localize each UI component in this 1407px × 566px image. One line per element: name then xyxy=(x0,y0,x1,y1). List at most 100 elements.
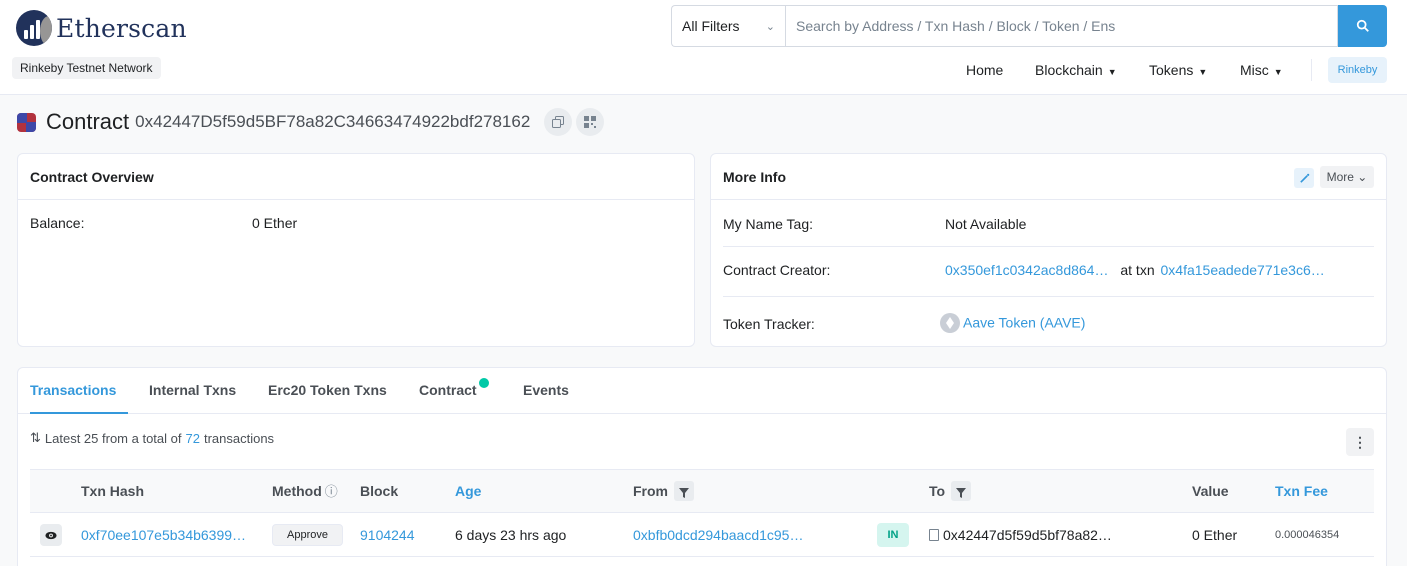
col-to-label: To xyxy=(929,483,946,499)
chevron-down-icon: ⌄ xyxy=(765,20,775,33)
search-input[interactable]: Search by Address / Txn Hash / Block / T… xyxy=(785,5,1338,47)
nav-misc[interactable]: Misc ▼ xyxy=(1240,56,1283,84)
from-address-link[interactable]: 0xbfb0dcd294baacd1c95… xyxy=(633,513,803,557)
col-value: Value xyxy=(1192,483,1229,499)
txn-value: 0 Ether xyxy=(1192,527,1238,543)
from-filter-button[interactable] xyxy=(674,481,694,502)
total-txn-count[interactable]: 72 xyxy=(185,431,199,446)
col-txn-hash: Txn Hash xyxy=(81,483,145,499)
col-method: Method ⓘ xyxy=(272,470,338,514)
col-from-label: From xyxy=(633,483,668,499)
name-tag-label: My Name Tag: xyxy=(723,216,813,232)
txn-fee: 0.000046354 xyxy=(1275,529,1340,541)
txn-summary: ⇅ Latest 25 from a total of 72 transacti… xyxy=(30,430,274,446)
tab-internal-txns[interactable]: Internal Txns xyxy=(149,368,236,414)
chevron-down-icon: ▼ xyxy=(1273,67,1283,77)
token-tracker-link[interactable]: Aave Token (AAVE) xyxy=(963,315,1085,331)
table-row: 0xf70ee107e5b34b6399… Approve 9104244 6 … xyxy=(30,513,1374,557)
to-address-text: 0x42447d5f59d5bf78a82… xyxy=(943,527,1112,543)
filter-icon xyxy=(956,487,967,498)
more-dropdown-button[interactable]: More ⌄ xyxy=(1320,166,1374,188)
txn-age: 6 days 23 hrs ago xyxy=(455,527,567,543)
eye-icon xyxy=(45,531,57,539)
contract-creator-label: Contract Creator: xyxy=(723,262,831,278)
etherscan-logo-icon xyxy=(16,10,52,46)
col-to: To xyxy=(929,470,972,514)
contract-overview-card: Contract Overview Balance: 0 Ether xyxy=(17,153,695,347)
nav-blockchain-label: Blockchain xyxy=(1035,62,1103,78)
verified-check-icon xyxy=(478,378,489,388)
filter-icon xyxy=(679,487,689,498)
more-info-header: More Info More ⌄ xyxy=(711,154,1386,200)
search-bar: All Filters ⌄ Search by Address / Txn Ha… xyxy=(671,5,1387,47)
tab-contract-label: Contract xyxy=(419,382,477,398)
options-menu-button[interactable]: ⋮ xyxy=(1346,428,1374,456)
col-from: From xyxy=(633,470,694,514)
contract-overview-header: Contract Overview xyxy=(18,154,694,200)
page-title: Contract xyxy=(46,109,130,134)
at-txn-text: at txn xyxy=(1120,262,1155,278)
chevron-down-icon: ▼ xyxy=(1107,67,1117,77)
creator-txn-link[interactable]: 0x4fa15eadede771e3c6… xyxy=(1161,262,1325,278)
chevron-down-icon: ▼ xyxy=(1198,67,1208,77)
search-icon xyxy=(1356,19,1369,32)
tab-bar: Transactions Internal Txns Erc20 Token T… xyxy=(18,368,1386,414)
summary-suffix: transactions xyxy=(203,430,275,446)
col-age[interactable]: Age xyxy=(455,470,481,514)
contract-doc-icon xyxy=(929,529,939,542)
kebab-icon: ⋮ xyxy=(1353,433,1367,450)
nav-misc-label: Misc xyxy=(1240,62,1269,78)
more-label: More xyxy=(1326,170,1354,184)
edit-tag-button[interactable] xyxy=(1294,168,1314,188)
token-tracker-value: Aave Token (AAVE) xyxy=(940,313,1085,334)
row-divider xyxy=(723,296,1374,297)
nav-home[interactable]: Home xyxy=(966,56,1003,84)
table-header: Txn Hash Method ⓘ Block Age From To Value… xyxy=(30,469,1374,513)
nav-tokens[interactable]: Tokens ▼ xyxy=(1149,56,1207,84)
method-badge: Approve xyxy=(272,524,343,546)
balance-value: 0 Ether xyxy=(252,215,298,231)
logo-text: Etherscan xyxy=(56,13,187,43)
nav-tokens-label: Tokens xyxy=(1149,62,1194,78)
tab-transactions[interactable]: Transactions xyxy=(30,368,129,414)
search-button[interactable] xyxy=(1338,5,1387,47)
txn-hash-link[interactable]: 0xf70ee107e5b34b6399… xyxy=(81,513,246,557)
block-link[interactable]: 9104244 xyxy=(360,513,415,557)
info-icon[interactable]: ⓘ xyxy=(325,484,338,499)
to-address: 0x42447d5f59d5bf78a82… xyxy=(929,513,1112,557)
more-info-card: More Info More ⌄ My Name Tag: Not Availa… xyxy=(710,153,1387,347)
edit-icon xyxy=(1299,173,1309,183)
tab-contract[interactable]: Contract xyxy=(419,368,489,414)
direction-badge: IN xyxy=(877,523,909,547)
to-filter-button[interactable] xyxy=(951,481,972,502)
tab-events[interactable]: Events xyxy=(523,368,569,414)
creator-address-link[interactable]: 0x350ef1c0342ac8d864… xyxy=(945,262,1108,278)
contract-creator-value: 0x350ef1c0342ac8d864… at txn 0x4fa15eade… xyxy=(945,262,1325,278)
qr-code-button[interactable] xyxy=(576,108,605,136)
etherscan-logo[interactable]: Etherscan xyxy=(16,10,187,46)
col-method-label: Method xyxy=(272,483,322,499)
tab-erc20-token-txns[interactable]: Erc20 Token Txns xyxy=(268,368,387,414)
view-txn-button[interactable] xyxy=(40,524,62,546)
summary-prefix: Latest 25 from a total of xyxy=(44,430,182,446)
token-tracker-label: Token Tracker: xyxy=(723,316,815,332)
network-switch-button[interactable]: Rinkeby xyxy=(1328,57,1387,83)
nav-blockchain[interactable]: Blockchain ▼ xyxy=(1035,56,1117,84)
search-filter-select[interactable]: All Filters ⌄ xyxy=(671,5,785,47)
page-title-row: Contract 0x42447D5f59d5BF78a82C346634749… xyxy=(17,106,605,138)
col-block: Block xyxy=(360,483,399,499)
more-info-title: More Info xyxy=(723,168,786,185)
name-tag-value: Not Available xyxy=(945,216,1027,232)
col-txn-fee[interactable]: Txn Fee xyxy=(1275,470,1328,514)
copy-address-button[interactable] xyxy=(544,108,573,136)
contract-address: 0x42447D5f59d5BF78a82C34663474922bdf2781… xyxy=(135,112,531,131)
site-header: Etherscan Rinkeby Testnet Network All Fi… xyxy=(0,0,1407,95)
row-divider xyxy=(723,246,1374,247)
nav-divider xyxy=(1311,59,1312,81)
contract-avatar-icon xyxy=(17,112,36,132)
main-nav: Home Blockchain ▼ Tokens ▼ Misc ▼ Rinkeby xyxy=(0,56,1407,84)
transactions-card: Transactions Internal Txns Erc20 Token T… xyxy=(17,367,1387,566)
search-filter-label: All Filters xyxy=(682,18,740,34)
balance-label: Balance: xyxy=(30,215,85,231)
sort-icon: ⇅ xyxy=(30,430,41,445)
